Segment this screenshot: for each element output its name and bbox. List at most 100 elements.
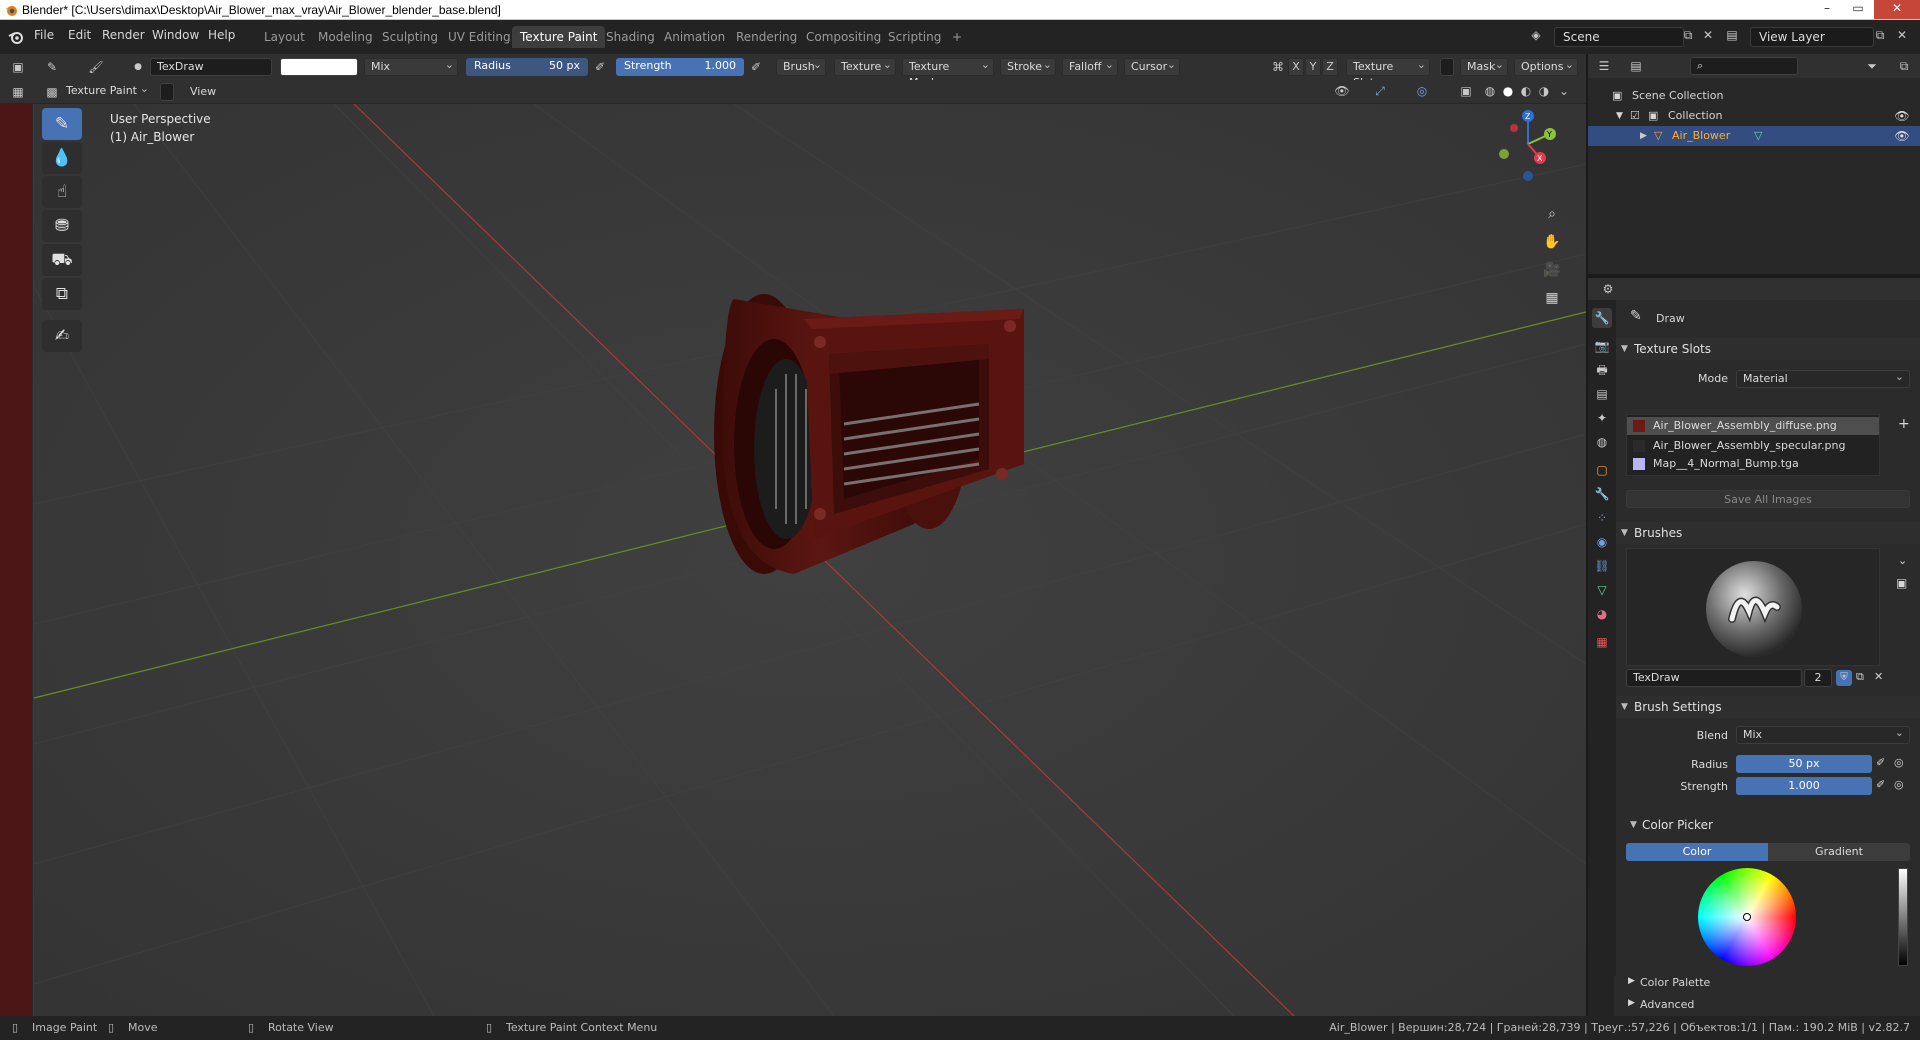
tab-compositing[interactable]: Compositing	[798, 26, 889, 48]
xray-toggle-icon[interactable]: ▣	[1458, 83, 1474, 99]
radius-pressure-icon[interactable]: ✐	[592, 59, 608, 75]
brush-name-input[interactable]: TexDraw	[1626, 669, 1802, 687]
save-all-images-button[interactable]: Save All Images	[1626, 490, 1910, 508]
rendered-shading-icon[interactable]: ◑	[1536, 83, 1552, 99]
texture-slot-specular[interactable]: Air_Blower_Assembly_specular.png	[1627, 437, 1879, 455]
tab-material[interactable]: ◕	[1592, 604, 1612, 624]
brush-preview-box[interactable]	[1626, 548, 1880, 666]
texture-menu[interactable]: Texture	[834, 57, 896, 76]
tab-uv-editing[interactable]: UV Editing	[440, 26, 519, 48]
brush-expand-icon[interactable]: ⌄	[1898, 554, 1907, 567]
brush-preview-icon[interactable]: 🖌	[88, 59, 104, 75]
visibility-icon[interactable]: 👁	[1334, 83, 1350, 99]
color-wheel-cursor[interactable]	[1743, 913, 1751, 921]
scene-selector-icon[interactable]: ◈	[1528, 27, 1544, 43]
symmetry-icon[interactable]: ⌘	[1270, 59, 1286, 75]
unlink-brush-icon[interactable]: ✕	[1874, 670, 1883, 683]
tab-texture[interactable]: ▦	[1592, 632, 1612, 652]
slot-mode-dropdown[interactable]: Material	[1736, 369, 1910, 388]
fake-user-shield-icon[interactable]: ⛨	[1836, 670, 1852, 686]
tab-sculpting[interactable]: Sculpting	[374, 26, 446, 48]
delete-view-layer-icon[interactable]: ✕	[1894, 27, 1910, 43]
editor-menu-icon[interactable]: ▦	[10, 84, 26, 100]
fill-tool-button[interactable]: ⛟	[42, 244, 82, 276]
tab-particles[interactable]: ⁘	[1592, 508, 1612, 528]
tab-world[interactable]: ◍	[1592, 432, 1612, 452]
zoom-icon[interactable]: ⌕	[1540, 202, 1564, 226]
mirror-y-toggle[interactable]: Y	[1305, 58, 1321, 76]
menu-file[interactable]: File	[34, 28, 54, 42]
tab-output[interactable]: 🖶	[1592, 360, 1612, 380]
mesh-data-icon[interactable]: ▽	[1754, 126, 1762, 146]
expand-arrow-icon[interactable]: ▶	[1640, 126, 1647, 146]
new-collection-icon[interactable]: ⧉	[1896, 58, 1912, 74]
collapse-arrow-icon[interactable]: ▼	[1616, 106, 1623, 126]
strength-slider-panel[interactable]: 1.000	[1736, 777, 1872, 795]
texture-slots-menu[interactable]: Texture Slots	[1346, 57, 1430, 89]
object-visibility-icon[interactable]: 👁	[1894, 128, 1910, 144]
radius-pressure-toggle-icon[interactable]: ✐	[1876, 756, 1885, 769]
strength-pressure-icon[interactable]: ✐	[748, 59, 764, 75]
tab-rendering[interactable]: Rendering	[728, 26, 805, 48]
tab-physics[interactable]: ◉	[1592, 532, 1612, 552]
outliner-row-air-blower[interactable]: ▶ ▽ Air_Blower ▽ 👁	[1588, 126, 1920, 146]
color-tab[interactable]: Color	[1626, 843, 1768, 861]
filter-icon[interactable]: ⏷	[1864, 58, 1880, 74]
tool-icon[interactable]: ✎	[44, 59, 60, 75]
mirror-z-toggle[interactable]: Z	[1322, 58, 1338, 76]
blend-mode-dropdown[interactable]: Mix	[364, 57, 458, 76]
add-slot-icon[interactable]: +	[1898, 416, 1910, 432]
smear-tool-button[interactable]: ☝	[42, 176, 82, 208]
outliner-row-collection[interactable]: ▼ ☑ ▣ Collection 👁	[1588, 106, 1920, 126]
maximize-button[interactable]: ▭	[1843, 0, 1873, 19]
delete-scene-icon[interactable]: ✕	[1700, 27, 1716, 43]
tab-modeling[interactable]: Modeling	[310, 26, 381, 48]
brush-users-count[interactable]: 2	[1804, 669, 1832, 687]
tab-object[interactable]: ▢	[1592, 460, 1612, 480]
collapsed-editor-strip[interactable]	[0, 104, 34, 1016]
3d-viewport[interactable]: User Perspective (1) Air_Blower Z Y X ⌕ …	[34, 104, 1586, 1016]
strength-slider[interactable]: Strength 1.000	[616, 58, 744, 76]
minimize-button[interactable]: –	[1812, 0, 1842, 19]
brush-name-field[interactable]: TexDraw	[150, 58, 272, 76]
brush-color-swatch[interactable]	[280, 58, 358, 76]
tab-layout[interactable]: Layout	[256, 26, 313, 48]
new-view-layer-icon[interactable]: ⧉	[1872, 27, 1888, 43]
texture-slot-diffuse[interactable]: Air_Blower_Assembly_diffuse.png	[1627, 417, 1879, 435]
outliner-search-input[interactable]: ⌕	[1690, 57, 1798, 75]
stroke-menu[interactable]: Stroke	[1000, 57, 1056, 76]
mirror-x-toggle[interactable]: X	[1288, 58, 1304, 76]
mask-menu[interactable]: Mask	[1460, 57, 1508, 76]
solid-shading-icon[interactable]: ●	[1500, 83, 1516, 99]
paint-mask-toggle[interactable]	[160, 83, 174, 101]
tab-scripting[interactable]: Scripting	[880, 26, 949, 48]
mask-checkbox[interactable]	[1440, 58, 1454, 76]
clone-tool-button[interactable]: ⛃	[42, 210, 82, 242]
properties-editor-icon[interactable]: ⚙	[1600, 281, 1616, 297]
new-scene-icon[interactable]: ⧉	[1680, 27, 1696, 43]
material-shading-icon[interactable]: ◐	[1518, 83, 1534, 99]
texture-slots-panel-header[interactable]: ▼ Texture Slots	[1616, 338, 1920, 360]
display-mode-icon[interactable]: ▤	[1628, 58, 1644, 74]
pan-hand-icon[interactable]: ✋	[1540, 230, 1564, 254]
strength-unit-icon[interactable]: ◎	[1894, 778, 1904, 791]
brush-image-icon[interactable]: ▣	[1896, 576, 1907, 590]
blend-dropdown[interactable]: Mix	[1736, 725, 1910, 744]
menu-edit[interactable]: Edit	[68, 28, 91, 42]
blender-menu-icon[interactable]	[8, 29, 24, 45]
tab-shading[interactable]: Shading	[598, 26, 663, 48]
wireframe-shading-icon[interactable]: ◍	[1482, 83, 1498, 99]
scene-name-field[interactable]: Scene	[1554, 27, 1684, 47]
add-workspace-button[interactable]: +	[944, 26, 970, 48]
brushes-panel-header[interactable]: ▼ Brushes	[1616, 522, 1920, 544]
shading-options-icon[interactable]: ⌄	[1556, 83, 1572, 99]
editor-type-icon[interactable]: ▣	[10, 59, 26, 75]
tab-render[interactable]: 📷	[1592, 336, 1612, 356]
tab-mesh-data[interactable]: ▽	[1592, 580, 1612, 600]
tab-animation[interactable]: Animation	[656, 26, 733, 48]
menu-render[interactable]: Render	[102, 28, 145, 42]
radius-slider[interactable]: Radius 50 px	[466, 58, 588, 76]
view-layer-selector-icon[interactable]: ▤	[1724, 27, 1740, 43]
gizmo-toggle-icon[interactable]: ⤢	[1372, 83, 1388, 99]
falloff-menu[interactable]: Falloff	[1062, 57, 1118, 76]
